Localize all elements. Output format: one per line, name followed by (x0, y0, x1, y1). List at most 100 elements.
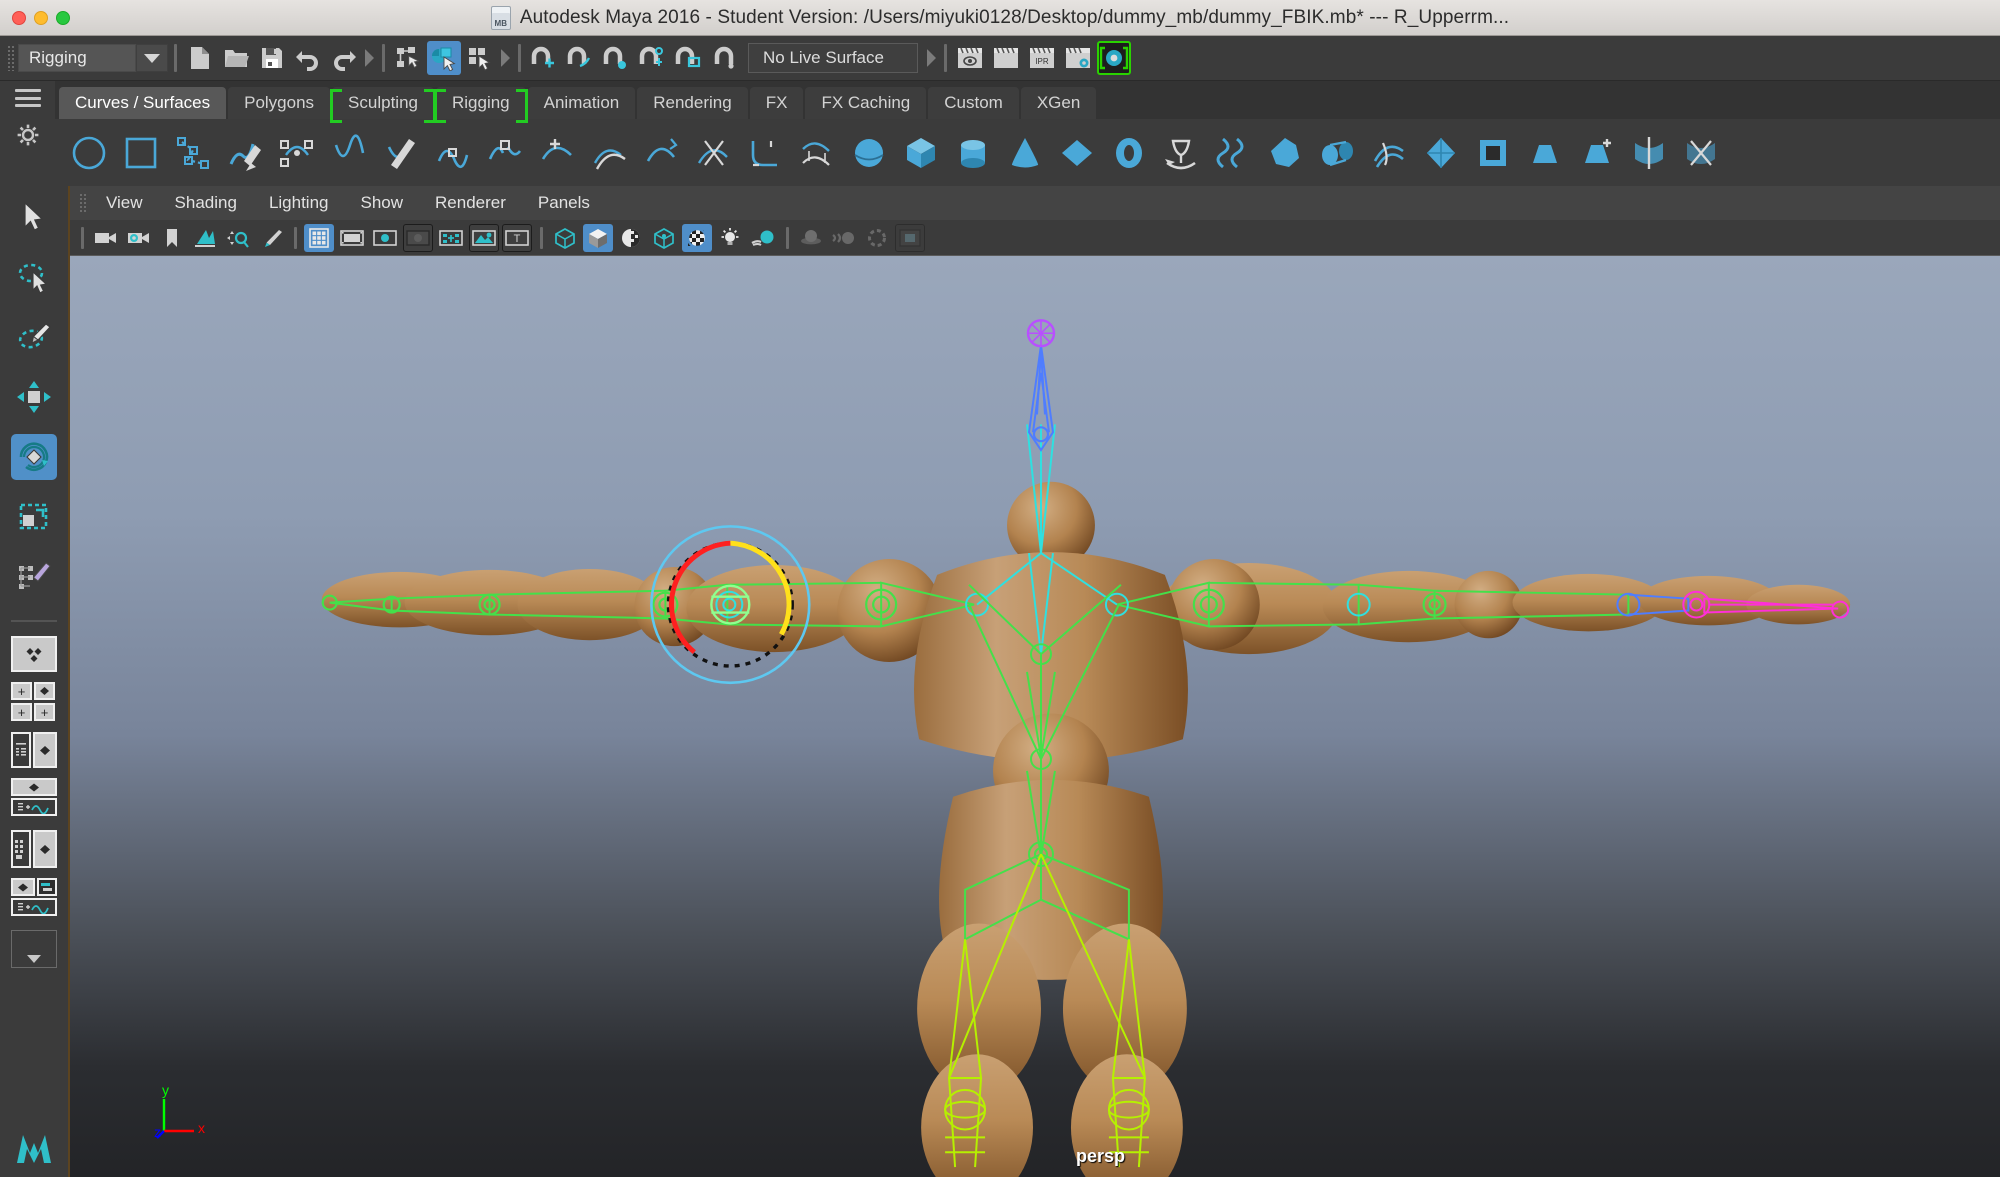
make-live-button[interactable] (707, 41, 741, 75)
birail-icon[interactable] (1369, 133, 1409, 173)
snap-to-points-button[interactable] (599, 41, 633, 75)
poly-sphere-icon[interactable] (849, 133, 889, 173)
snap-to-projected-center-button[interactable] (635, 41, 669, 75)
shaded-wireframe-icon[interactable] (616, 224, 646, 252)
attach-curves-icon[interactable] (433, 133, 473, 173)
revolve-icon[interactable] (1161, 133, 1201, 173)
shadows-icon[interactable] (748, 224, 778, 252)
lights-icon[interactable] (715, 224, 745, 252)
select-camera-icon[interactable] (91, 224, 121, 252)
gate-mask-icon[interactable] (403, 223, 433, 252)
select-by-hierarchy-button[interactable] (391, 41, 425, 75)
texture-icon[interactable] (682, 223, 712, 252)
motion-blur-icon[interactable] (829, 224, 859, 252)
select-tool-button[interactable] (11, 194, 57, 240)
boundary-icon[interactable] (1421, 133, 1461, 173)
new-scene-button[interactable] (183, 41, 217, 75)
shelf-tab-rendering[interactable]: Rendering (637, 87, 748, 119)
shelf-tab-curves-surfaces[interactable]: Curves / Surfaces (59, 87, 227, 119)
curve-edit-tool-icon[interactable] (381, 133, 421, 173)
layout-persp-trax-button[interactable] (11, 878, 57, 920)
layout-hypershade-persp-button[interactable] (11, 830, 57, 868)
snap-to-view-planes-button[interactable] (671, 41, 705, 75)
offset-curve-icon[interactable] (589, 133, 629, 173)
redo-button[interactable] (327, 41, 361, 75)
toolbar-expander-3[interactable] (924, 36, 938, 81)
ipr-render-button[interactable]: IPR (1025, 41, 1059, 75)
exposure-icon[interactable] (469, 223, 499, 252)
layout-persp-graph-button[interactable] (11, 778, 57, 820)
shelf-tab-xgen[interactable]: XGen (1020, 87, 1097, 119)
film-gate-icon[interactable] (337, 224, 367, 252)
toolbar-expander[interactable] (362, 36, 376, 81)
layout-four-pane-button[interactable]: + + + (11, 682, 57, 722)
paint-select-tool-button[interactable] (11, 314, 57, 360)
viewport-menu-view[interactable]: View (90, 186, 159, 220)
toolbar-separator[interactable] (168, 36, 182, 81)
shelf-tab-polygons[interactable]: Polygons (228, 87, 331, 119)
open-render-view-button[interactable] (989, 41, 1023, 75)
shelf-tab-animation[interactable]: Animation (527, 87, 636, 119)
select-by-object-type-button[interactable] (427, 41, 461, 75)
viewport-menubar-gripper[interactable] (76, 190, 90, 216)
project-curve-icon[interactable] (797, 133, 837, 173)
rotate-tool-button[interactable] (11, 434, 57, 480)
viewport-menu-panels[interactable]: Panels (522, 186, 606, 220)
image-plane-icon[interactable] (190, 224, 220, 252)
shelf-tab-custom[interactable]: Custom (928, 87, 1019, 119)
nurbs-square-icon[interactable] (121, 133, 161, 173)
viewport-3d[interactable]: y x z persp (70, 256, 2000, 1177)
viewport-menu-show[interactable]: Show (345, 186, 420, 220)
poly-cylinder-icon[interactable] (953, 133, 993, 173)
snap-to-grids-button[interactable] (527, 41, 561, 75)
soft-mod-tool-button[interactable] (11, 554, 57, 600)
poly-plane-icon[interactable] (1057, 133, 1097, 173)
undo-button[interactable] (291, 41, 325, 75)
viewport-menu-lighting[interactable]: Lighting (253, 186, 345, 220)
menu-set-selector[interactable]: Rigging (18, 44, 136, 72)
trim-tool-icon[interactable] (1681, 133, 1721, 173)
multisample-icon[interactable] (862, 224, 892, 252)
viewport-menu-renderer[interactable]: Renderer (419, 186, 522, 220)
curve-fillet-icon[interactable] (745, 133, 785, 173)
grid-icon[interactable] (304, 223, 334, 252)
toggle-attribute-editor-button[interactable] (1097, 41, 1131, 75)
render-settings-button[interactable] (1061, 41, 1095, 75)
detach-curves-icon[interactable] (485, 133, 525, 173)
cut-curve-icon[interactable] (693, 133, 733, 173)
viewport-menu-shading[interactable]: Shading (159, 186, 253, 220)
toolbar-separator-2[interactable] (376, 36, 390, 81)
textured-box-icon[interactable] (649, 224, 679, 252)
viewport-toolbar-gripper[interactable] (76, 220, 88, 256)
insert-knot-icon[interactable] (537, 133, 577, 173)
wireframe-icon[interactable] (550, 224, 580, 252)
grease-pencil-icon[interactable] (256, 224, 286, 252)
cv-curve-tool-icon[interactable] (173, 133, 213, 173)
move-tool-button[interactable] (11, 374, 57, 420)
scale-tool-button[interactable] (11, 494, 57, 540)
ao-icon[interactable] (796, 224, 826, 252)
camera-attributes-icon[interactable] (124, 224, 154, 252)
layout-single-pane-button[interactable] (11, 636, 57, 672)
bevel-icon[interactable] (1525, 133, 1565, 173)
two-d-pan-zoom-icon[interactable] (223, 224, 253, 252)
toolbar-separator-3[interactable] (512, 36, 526, 81)
shelf-tab-fx[interactable]: FX (749, 87, 804, 119)
loft-icon[interactable] (1213, 133, 1253, 173)
toolbar-expander-2[interactable] (498, 36, 512, 81)
poly-torus-icon[interactable] (1109, 133, 1149, 173)
bevel-plus-icon[interactable] (1577, 133, 1617, 173)
render-current-frame-button[interactable] (953, 41, 987, 75)
xray-joints-icon[interactable] (436, 224, 466, 252)
statusline-gripper[interactable] (4, 41, 18, 75)
shelf-tab-fx-caching[interactable]: FX Caching (805, 87, 927, 119)
bezier-curve-icon[interactable] (329, 133, 369, 173)
square-surface-icon[interactable] (1473, 133, 1513, 173)
nurbs-circle-icon[interactable] (69, 133, 109, 173)
save-scene-button[interactable] (255, 41, 289, 75)
menu-set-dropdown-arrow[interactable] (136, 44, 168, 72)
lasso-select-tool-button[interactable] (11, 254, 57, 300)
intersect-surfaces-icon[interactable] (1629, 133, 1669, 173)
rebuild-curve-icon[interactable] (641, 133, 681, 173)
pencil-curve-tool-icon[interactable] (225, 133, 265, 173)
